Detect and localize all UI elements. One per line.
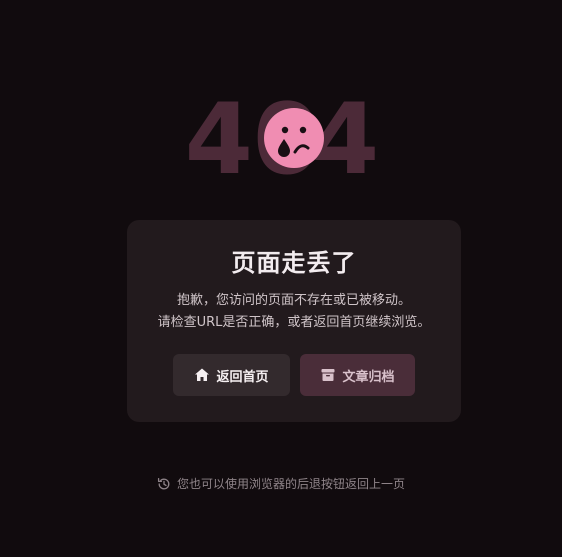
history-icon	[157, 477, 171, 491]
not-found-page: 4 0 4 页面走丢了 抱歉，您访问的页面不存在或已被移动。 请检查URL是否正…	[0, 0, 562, 557]
error-description-line-2: 请检查URL是否正确，或者返回首页继续浏览。	[157, 315, 431, 330]
error-card: 页面走丢了 抱歉，您访问的页面不存在或已被移动。 请检查URL是否正确，或者返回…	[127, 220, 461, 422]
home-icon	[194, 367, 210, 383]
error-description-line-1: 抱歉，您访问的页面不存在或已被移动。	[176, 293, 411, 308]
back-home-button[interactable]: 返回首页	[173, 354, 290, 396]
back-hint-text: 您也可以使用浏览器的后退按钮返回上一页	[176, 477, 405, 491]
page-title: 页面走丢了	[231, 249, 357, 277]
archive-label: 文章归档	[342, 368, 395, 384]
error-digit-first: 4	[184, 83, 253, 197]
archive-icon	[320, 367, 336, 383]
back-home-label: 返回首页	[216, 368, 269, 384]
archive-button[interactable]: 文章归档	[300, 354, 415, 396]
back-hint: 您也可以使用浏览器的后退按钮返回上一页	[0, 474, 562, 494]
error-description: 抱歉，您访问的页面不存在或已被移动。 请检查URL是否正确，或者返回首页继续浏览…	[127, 290, 461, 334]
crying-face-icon	[264, 108, 324, 168]
